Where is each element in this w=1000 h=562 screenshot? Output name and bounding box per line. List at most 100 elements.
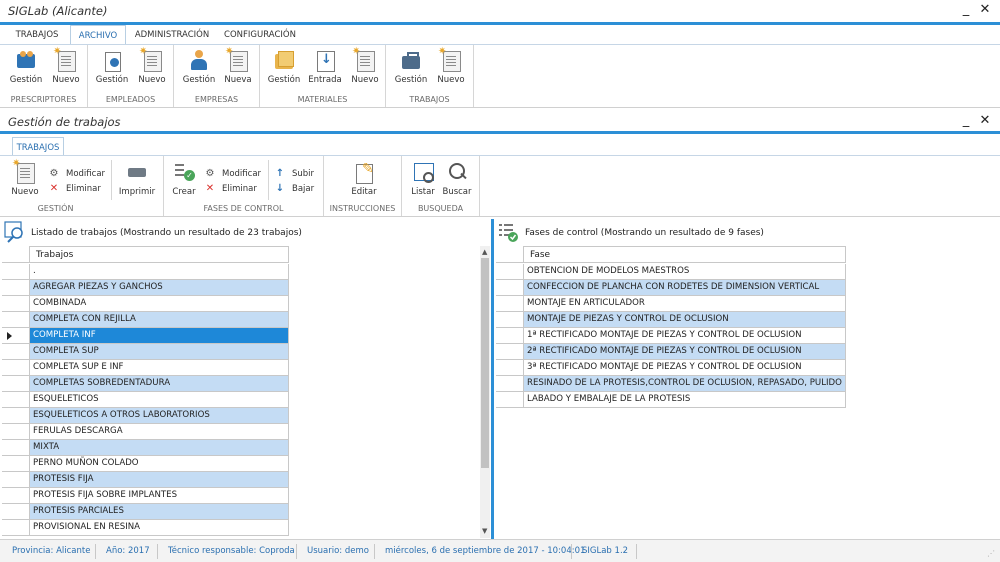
trabajos-panel-title: Listado de trabajos (Mostrando un result… [31,228,302,238]
new-document-icon: ✷ [12,158,36,184]
close-icon[interactable]: ✕ [977,113,993,129]
materiales-entrada-button[interactable]: Entrada [305,49,345,89]
table-row[interactable]: COMPLETA INF [30,328,289,344]
table-row[interactable]: FERULAS DESCARGA [30,424,289,440]
row-indicator[interactable] [2,520,30,536]
row-indicator[interactable] [496,392,524,408]
trabajos-column-header[interactable]: Trabajos [30,246,289,263]
buscar-button[interactable]: Buscar [437,161,477,201]
tab-administracion[interactable]: ADMINISTRACIÓN [130,25,214,45]
trabajos-gestion-button[interactable]: Gestión [391,49,431,89]
row-indicator[interactable] [2,392,30,408]
row-label: OBTENCION DE MODELOS MAESTROS [527,266,690,276]
group-label: EMPLEADOS [105,95,156,104]
row-indicator[interactable] [2,488,30,504]
row-indicator[interactable] [496,344,524,360]
row-indicator[interactable] [2,344,30,360]
row-indicator[interactable] [2,424,30,440]
button-label: Nuevo [437,75,465,85]
minimize-icon[interactable]: _ [958,113,974,129]
table-row[interactable]: PROTESIS FIJA [30,472,289,488]
empleados-nuevo-button[interactable]: ✷ Nuevo [132,46,172,89]
trabajos-scrollbar[interactable]: ▲ ▼ [480,246,490,538]
row-indicator[interactable] [496,328,524,344]
table-row[interactable]: COMPLETAS SOBREDENTADURA [30,376,289,392]
empresas-gestion-button[interactable]: Gestión [179,49,219,89]
row-indicator[interactable] [496,312,524,328]
row-label: ESQUELETICOS A OTROS LABORATORIOS [33,410,210,420]
current-row-arrow-icon [7,332,12,340]
row-indicator[interactable] [2,472,30,488]
row-indicator[interactable] [496,360,524,376]
tab-trabajos-sub[interactable]: TRABAJOS [12,137,64,157]
empresas-nueva-button[interactable]: ✷ Nueva [218,46,258,89]
row-indicator[interactable] [2,264,30,280]
scroll-down-icon[interactable]: ▼ [482,527,487,535]
prescriptores-nuevo-button[interactable]: ✷ Nuevo [46,46,86,89]
row-label: PROTESIS PARCIALES [33,506,124,516]
tab-archivo[interactable]: ARCHIVO [70,25,126,45]
tab-configuracion[interactable]: CONFIGURACIÓN [218,25,302,45]
fases-column-header[interactable]: Fase [524,246,846,263]
scrollbar-thumb[interactable] [481,258,489,468]
nuevo-trabajo-button[interactable]: ✷ Nuevo [5,158,45,201]
table-row[interactable]: COMPLETA CON REJILLA [30,312,289,328]
row-indicator[interactable] [2,408,30,424]
table-row[interactable]: RESINADO DE LA PROTESIS,CONTROL DE OCLUS… [524,376,846,392]
row-indicator[interactable] [2,328,30,344]
row-indicator[interactable] [2,504,30,520]
row-indicator[interactable] [2,360,30,376]
group-empresas: Gestión ✷ Nueva EMPRESAS [174,45,260,107]
table-row[interactable]: LABADO Y EMBALAJE DE LA PROTESIS [524,392,846,408]
table-row[interactable]: MONTAJE EN ARTICULADOR [524,296,846,312]
delete-x-icon: ✕ [205,183,215,194]
table-row[interactable]: COMPLETA SUP [30,344,289,360]
trabajos-nuevo-button[interactable]: ✷ Nuevo [431,46,471,89]
empleados-gestion-button[interactable]: Gestión [92,49,132,89]
table-row[interactable]: ESQUELETICOS [30,392,289,408]
table-row[interactable]: PROTESIS FIJA SOBRE IMPLANTES [30,488,289,504]
prescriptores-gestion-button[interactable]: Gestión [6,49,46,89]
table-row[interactable]: . [30,264,289,280]
table-row[interactable]: ESQUELETICOS A OTROS LABORATORIOS [30,408,289,424]
table-row[interactable]: 3ª RECTIFICADO MONTAJE DE PIEZAS Y CONTR… [524,360,846,376]
row-indicator[interactable] [496,264,524,280]
row-indicator[interactable] [496,296,524,312]
row-indicator[interactable] [2,280,30,296]
row-indicator[interactable] [496,376,524,392]
table-row[interactable]: MONTAJE DE PIEZAS Y CONTROL DE OCLUSION [524,312,846,328]
table-row[interactable]: 2ª RECTIFICADO MONTAJE DE PIEZAS Y CONTR… [524,344,846,360]
tab-trabajos[interactable]: TRABAJOS [8,25,66,45]
row-indicator[interactable] [2,376,30,392]
table-row[interactable]: COMBINADA [30,296,289,312]
resize-grip-icon[interactable]: ⋰ [987,549,995,558]
materiales-gestion-button[interactable]: Gestión [264,49,304,89]
editar-instrucciones-button[interactable]: Editar [344,161,384,201]
table-row[interactable]: PROVISIONAL EN RESINA [30,520,289,536]
checklist-icon [173,161,195,183]
table-row[interactable]: COMPLETA SUP E INF [30,360,289,376]
imprimir-button[interactable]: Imprimir [117,161,157,201]
materiales-nuevo-button[interactable]: ✷ Nuevo [345,46,385,89]
row-indicator[interactable] [2,456,30,472]
table-row[interactable]: MIXTA [30,440,289,456]
row-label: LABADO Y EMBALAJE DE LA PROTESIS [527,394,691,404]
row-indicator[interactable] [2,296,30,312]
table-row[interactable]: 1ª RECTIFICADO MONTAJE DE PIEZAS Y CONTR… [524,328,846,344]
panel-splitter[interactable] [491,219,494,539]
scroll-up-icon[interactable]: ▲ [482,248,487,256]
table-row[interactable]: PROTESIS PARCIALES [30,504,289,520]
row-indicator[interactable] [496,280,524,296]
close-icon[interactable]: ✕ [977,2,993,18]
minimize-icon[interactable]: _ [958,2,974,18]
table-row[interactable]: AGREGAR PIEZAS Y GANCHOS [30,280,289,296]
row-label: PROTESIS FIJA [33,474,94,484]
table-row[interactable]: OBTENCION DE MODELOS MAESTROS [524,264,846,280]
row-indicator[interactable] [2,440,30,456]
search-list-icon [4,221,26,243]
row-label: MONTAJE EN ARTICULADOR [527,298,645,308]
row-indicator[interactable] [2,312,30,328]
table-row[interactable]: PERNO MUÑON COLADO [30,456,289,472]
crear-fase-button[interactable]: Crear [164,161,204,201]
table-row[interactable]: CONFECCION DE PLANCHA CON RODETES DE DIM… [524,280,846,296]
